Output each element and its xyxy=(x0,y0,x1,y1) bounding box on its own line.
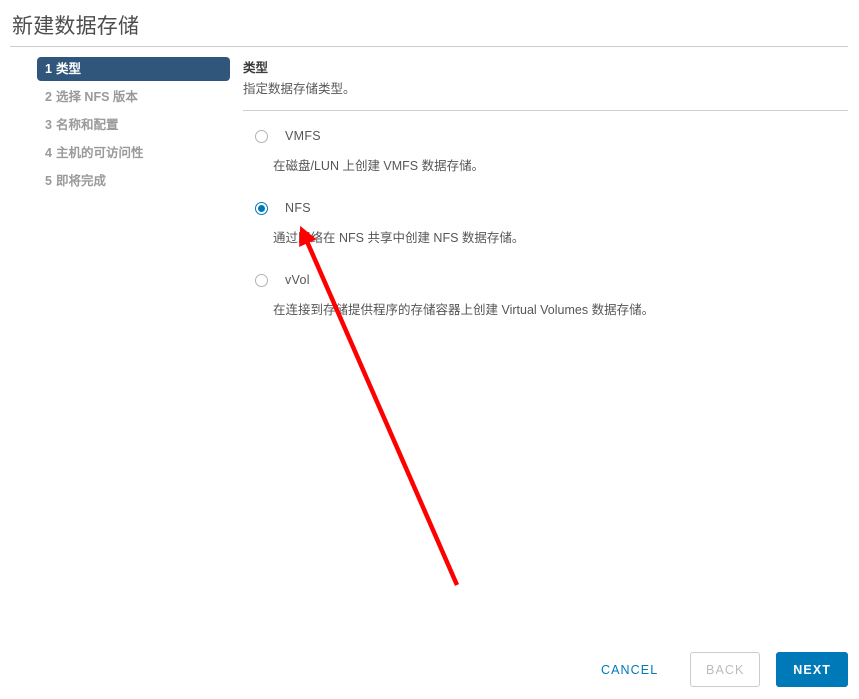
content-subheading: 指定数据存储类型。 xyxy=(243,82,356,96)
radio-description-nfs: 通过网络在 NFS 共享中创建 NFS 数据存储。 xyxy=(273,231,525,245)
radio-description-vvol: 在连接到存储提供程序的存储容器上创建 Virtual Volumes 数据存储。 xyxy=(273,303,655,317)
radio-label-vmfs: VMFS xyxy=(285,129,321,143)
page-title: 新建数据存储 xyxy=(12,15,140,38)
step-label: 选择 NFS 版本 xyxy=(55,90,138,104)
step-label: 主机的可访问性 xyxy=(55,146,144,160)
sidebar-item-name-and-configuration[interactable]: 3 名称和配置 xyxy=(37,113,230,137)
cancel-button[interactable]: CANCEL xyxy=(591,653,668,687)
step-label: 名称和配置 xyxy=(55,118,119,132)
content-divider xyxy=(243,110,848,111)
sidebar-item-type[interactable]: 1 类型 xyxy=(37,57,230,81)
step-number: 2 xyxy=(45,90,52,104)
radio-description-vmfs: 在磁盘/LUN 上创建 VMFS 数据存储。 xyxy=(273,159,485,173)
content-heading: 类型 xyxy=(243,61,269,75)
option-vvol: vVol 在连接到存储提供程序的存储容器上创建 Virtual Volumes … xyxy=(243,271,848,319)
radio-vmfs-icon[interactable] xyxy=(255,129,268,143)
footer-actions: CANCEL BACK NEXT xyxy=(0,652,848,687)
radio-vvol-icon[interactable] xyxy=(255,273,268,287)
step-number: 5 xyxy=(45,174,52,188)
step-label: 即将完成 xyxy=(55,174,106,188)
option-nfs: NFS 通过网络在 NFS 共享中创建 NFS 数据存储。 xyxy=(243,199,848,247)
radio-row-vvol[interactable]: vVol xyxy=(243,271,848,289)
step-number: 3 xyxy=(45,118,52,132)
next-button[interactable]: NEXT xyxy=(776,652,848,687)
back-button: BACK xyxy=(690,652,761,687)
title-divider xyxy=(10,46,848,47)
sidebar-item-select-nfs-version[interactable]: 2 选择 NFS 版本 xyxy=(37,85,230,109)
radio-row-nfs[interactable]: NFS xyxy=(243,199,848,217)
sidebar-item-ready-to-complete[interactable]: 5 即将完成 xyxy=(37,169,230,193)
content-pane: 类型 指定数据存储类型。 VMFS 在磁盘/LUN 上创建 VMFS 数据存储。… xyxy=(243,58,848,343)
radio-row-vmfs[interactable]: VMFS xyxy=(243,127,848,145)
step-number: 4 xyxy=(45,146,52,160)
datastore-type-radio-group: VMFS 在磁盘/LUN 上创建 VMFS 数据存储。 NFS 通过网络在 NF… xyxy=(243,127,848,319)
step-label: 类型 xyxy=(55,62,81,76)
radio-label-nfs: NFS xyxy=(285,201,311,215)
sidebar-item-host-accessibility[interactable]: 4 主机的可访问性 xyxy=(37,141,230,165)
wizard-step-nav: 1 类型 2 选择 NFS 版本 3 名称和配置 4 主机的可访问性 5 即将完成 xyxy=(37,57,230,197)
option-vmfs: VMFS 在磁盘/LUN 上创建 VMFS 数据存储。 xyxy=(243,127,848,175)
radio-nfs-icon[interactable] xyxy=(255,201,268,215)
radio-label-vvol: vVol xyxy=(285,273,310,287)
step-number: 1 xyxy=(45,62,52,76)
